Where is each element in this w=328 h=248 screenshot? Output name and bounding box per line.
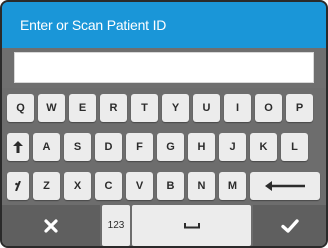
space-key[interactable] xyxy=(132,205,251,246)
key-i[interactable]: I xyxy=(224,94,251,122)
key-s[interactable]: S xyxy=(64,133,91,161)
key-w[interactable]: W xyxy=(38,94,65,122)
patient-id-input[interactable] xyxy=(14,52,314,83)
id-entry-dialog: Enter or Scan Patient ID Q W E R T Y U I… xyxy=(0,0,328,248)
key-b[interactable]: B xyxy=(157,172,184,200)
key-e[interactable]: E xyxy=(69,94,96,122)
shift-key[interactable] xyxy=(7,133,29,161)
key-x[interactable]: X xyxy=(64,172,91,200)
key-k[interactable]: K xyxy=(250,133,277,161)
shift-arrow-up-icon xyxy=(13,141,23,153)
backspace-key[interactable] xyxy=(250,172,320,200)
symbol-key[interactable] xyxy=(7,172,29,200)
key-z[interactable]: Z xyxy=(33,172,60,200)
symbol-key-icon xyxy=(15,181,21,191)
numbers-key[interactable]: 123 xyxy=(102,205,130,246)
key-y[interactable]: Y xyxy=(162,94,189,122)
key-q[interactable]: Q xyxy=(7,94,34,122)
key-p[interactable]: P xyxy=(286,94,313,122)
key-d[interactable]: D xyxy=(95,133,122,161)
on-screen-keyboard: Q W E R T Y U I O P A S D F G H J K L Z … xyxy=(2,88,326,246)
key-j[interactable]: J xyxy=(219,133,246,161)
spacebar-icon xyxy=(183,223,200,229)
backspace-arrow-icon xyxy=(265,181,305,191)
key-l[interactable]: L xyxy=(281,133,308,161)
key-r[interactable]: R xyxy=(100,94,127,122)
keyboard-bottom-row: 123 xyxy=(2,205,326,246)
key-c[interactable]: C xyxy=(95,172,122,200)
key-m[interactable]: M xyxy=(219,172,246,200)
checkmark-icon xyxy=(280,218,299,233)
key-v[interactable]: V xyxy=(126,172,153,200)
key-n[interactable]: N xyxy=(188,172,215,200)
numbers-key-label: 123 xyxy=(107,220,125,231)
key-o[interactable]: O xyxy=(255,94,282,122)
cancel-button[interactable] xyxy=(2,205,100,246)
confirm-button[interactable] xyxy=(253,205,326,246)
key-g[interactable]: G xyxy=(157,133,184,161)
dialog-title: Enter or Scan Patient ID xyxy=(2,2,326,48)
key-h[interactable]: H xyxy=(188,133,215,161)
key-t[interactable]: T xyxy=(131,94,158,122)
key-u[interactable]: U xyxy=(193,94,220,122)
key-a[interactable]: A xyxy=(33,133,60,161)
key-f[interactable]: F xyxy=(126,133,153,161)
close-x-icon xyxy=(44,218,58,233)
